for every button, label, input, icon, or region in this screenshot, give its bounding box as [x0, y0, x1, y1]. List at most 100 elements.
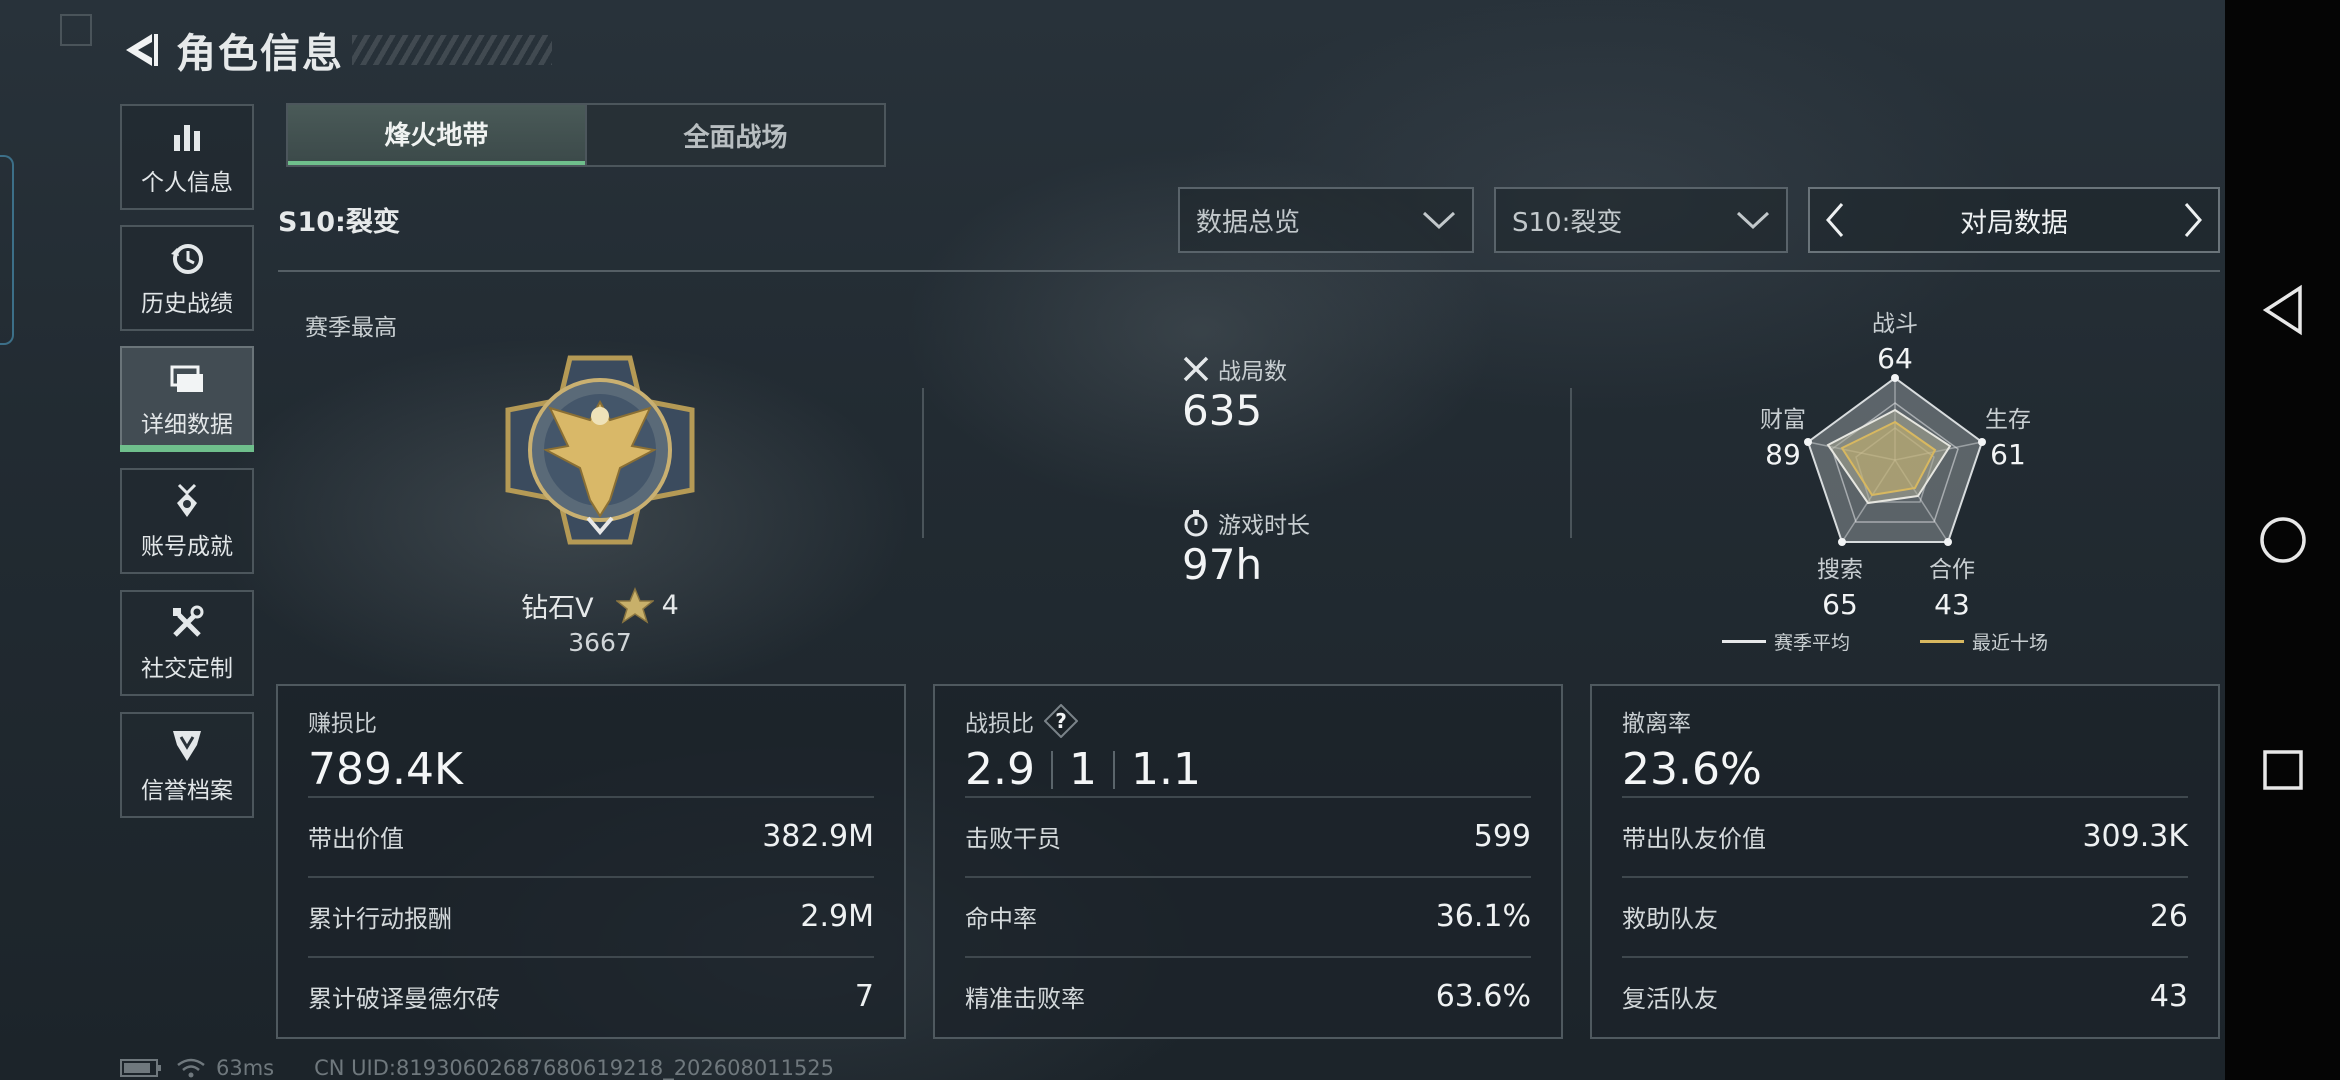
nav-recents-button[interactable] [2225, 730, 2340, 810]
chevron-down-icon [1736, 211, 1770, 230]
stat-row: 带出队友价值 309.3K [1622, 796, 2188, 874]
stat-value: 309.3K [2082, 818, 2188, 854]
card-main-value: 789.4K [308, 744, 463, 795]
sidebar-item-history[interactable]: 历史战绩 [120, 225, 254, 331]
data-pager: 对局数据 [1808, 187, 2220, 253]
radar-axis-name: 财富 [1760, 407, 1806, 433]
season-dropdown[interactable]: S10:裂变 [1494, 187, 1788, 253]
folder-icon [170, 365, 203, 392]
season-title: S10:裂变 [278, 207, 400, 238]
season-best-label: 赛季最高 [305, 315, 397, 341]
sidebar-item-detailed-data[interactable]: 详细数据 [120, 346, 254, 452]
card-header: 撤离率 23.6% [1622, 704, 1762, 795]
mode-tabs: 烽火地带 全面战场 [286, 103, 886, 167]
sidebar-item-label: 社交定制 [141, 656, 233, 682]
radar-axis-value: 64 [1877, 342, 1913, 375]
radar-axis-value: 65 [1822, 588, 1858, 621]
data-type-dropdown[interactable]: 数据总览 [1178, 187, 1474, 253]
legend-recent-swatch [1920, 640, 1965, 643]
card-header: 赚损比 789.4K [308, 704, 463, 795]
edge-pull-tab[interactable] [0, 155, 14, 345]
profit-card: 赚损比 789.4K 带出价值 382.9M 累计行动报酬 2.9M 累计破译曼… [276, 684, 906, 1039]
playtime-value: 97h [1182, 540, 1263, 589]
card-title: 撤离率 [1622, 711, 1691, 737]
playtime-label: 游戏时长 [1218, 513, 1310, 539]
sidebar-item-personal-info[interactable]: 个人信息 [120, 104, 254, 210]
stat-row: 救助队友 26 [1622, 876, 2188, 954]
kd-value: 2.9 [965, 744, 1035, 795]
back-arrow-icon[interactable] [118, 28, 162, 72]
kd-value: 1 [1068, 744, 1097, 795]
triangle-back-icon [2262, 284, 2302, 336]
stat-row: 累计行动报酬 2.9M [308, 876, 874, 954]
extraction-card: 撤离率 23.6% 带出队友价值 309.3K 救助队友 26 复活队友 43 [1590, 684, 2220, 1039]
section-divider [278, 270, 2220, 272]
combat-card: 战损比 ? 2.9 1 1.1 击败干员 599 命中率 36.1% 精准击败率… [933, 684, 1563, 1039]
nav-back-button[interactable] [2225, 270, 2340, 350]
chevron-right-icon[interactable] [2182, 202, 2204, 238]
radar-legend: 赛季平均 最近十场 [1722, 628, 2048, 655]
stopwatch-icon [1184, 510, 1208, 537]
legend-season-label: 赛季平均 [1774, 632, 1851, 654]
corner-checkbox [60, 14, 92, 46]
battery-icon [120, 1059, 161, 1077]
svg-text:?: ? [1055, 709, 1067, 733]
circle-home-icon [2259, 517, 2306, 563]
radar-label-wealth: 财富 89 [1743, 400, 1823, 471]
tab-warzone[interactable]: 烽火地带 [288, 105, 585, 165]
sidebar-item-label: 信誉档案 [141, 778, 233, 804]
legend-recent-label: 最近十场 [1972, 632, 2049, 654]
card-title: 赚损比 [308, 711, 377, 737]
rank-score: 3667 [568, 628, 632, 657]
nav-home-button[interactable] [2225, 500, 2340, 580]
dropdown-value: 数据总览 [1196, 207, 1301, 238]
matches-value: 635 [1182, 386, 1263, 435]
stat-label: 精准击败率 [965, 984, 1085, 1013]
radar-axis-name: 合作 [1929, 557, 1975, 583]
sidebar-item-social[interactable]: 社交定制 [120, 590, 254, 696]
radar-label-combat: 战斗 64 [1855, 304, 1935, 375]
ping-text: 63ms [216, 1056, 275, 1080]
radar-label-search: 搜索 65 [1800, 550, 1880, 621]
radar-axis-name: 生存 [1985, 407, 2031, 433]
matches-label-row: 战局数 [1182, 352, 1287, 386]
card-title-row: 战损比 ? [965, 704, 1201, 738]
pager-label: 对局数据 [1960, 207, 2068, 239]
sidebar-item-label: 个人信息 [141, 170, 233, 196]
value-separator [1112, 750, 1115, 789]
sidebar-item-achievements[interactable]: 账号成就 [120, 468, 254, 574]
stat-row: 击败干员 599 [965, 796, 1531, 874]
header: 角色信息 [118, 18, 552, 82]
stat-row: 累计破译曼德尔砖 7 [308, 956, 874, 1034]
card-header: 战损比 ? 2.9 1 1.1 [965, 704, 1201, 795]
stat-label: 带出队友价值 [1622, 824, 1766, 853]
square-recents-icon [2262, 750, 2303, 790]
radar-label-cooperation: 合作 43 [1912, 550, 1992, 621]
sidebar-item-credit[interactable]: 信誉档案 [120, 712, 254, 818]
rank-emblem-icon [505, 355, 695, 545]
playtime-label-row: 游戏时长 [1182, 506, 1310, 540]
vertical-divider [1570, 388, 1572, 538]
stat-label: 累计行动报酬 [308, 904, 452, 933]
chevron-left-icon[interactable] [1824, 202, 1846, 238]
sidebar-item-label: 历史战绩 [141, 291, 233, 317]
stat-label: 累计破译曼德尔砖 [308, 984, 500, 1013]
stat-row: 复活队友 43 [1622, 956, 2188, 1034]
stat-row: 带出价值 382.9M [308, 796, 874, 874]
stat-value: 36.1% [1435, 898, 1531, 934]
stat-label: 带出价值 [308, 824, 404, 853]
radar-axis-name: 战斗 [1872, 311, 1918, 337]
sidebar-item-label: 账号成就 [141, 534, 233, 560]
card-main-value: 2.9 1 1.1 [965, 744, 1201, 795]
stat-value: 382.9M [762, 818, 874, 854]
card-main-value: 23.6% [1622, 744, 1762, 795]
radar-label-survival: 生存 61 [1968, 400, 2048, 471]
medal-icon [177, 483, 197, 517]
wifi-icon [177, 1058, 205, 1078]
stat-value: 7 [854, 978, 874, 1014]
stat-label: 救助队友 [1622, 904, 1718, 933]
stat-label: 命中率 [965, 904, 1037, 933]
tab-battlefield[interactable]: 全面战场 [585, 105, 884, 165]
help-icon[interactable]: ? [1044, 704, 1078, 738]
chevron-down-icon [1422, 211, 1456, 230]
